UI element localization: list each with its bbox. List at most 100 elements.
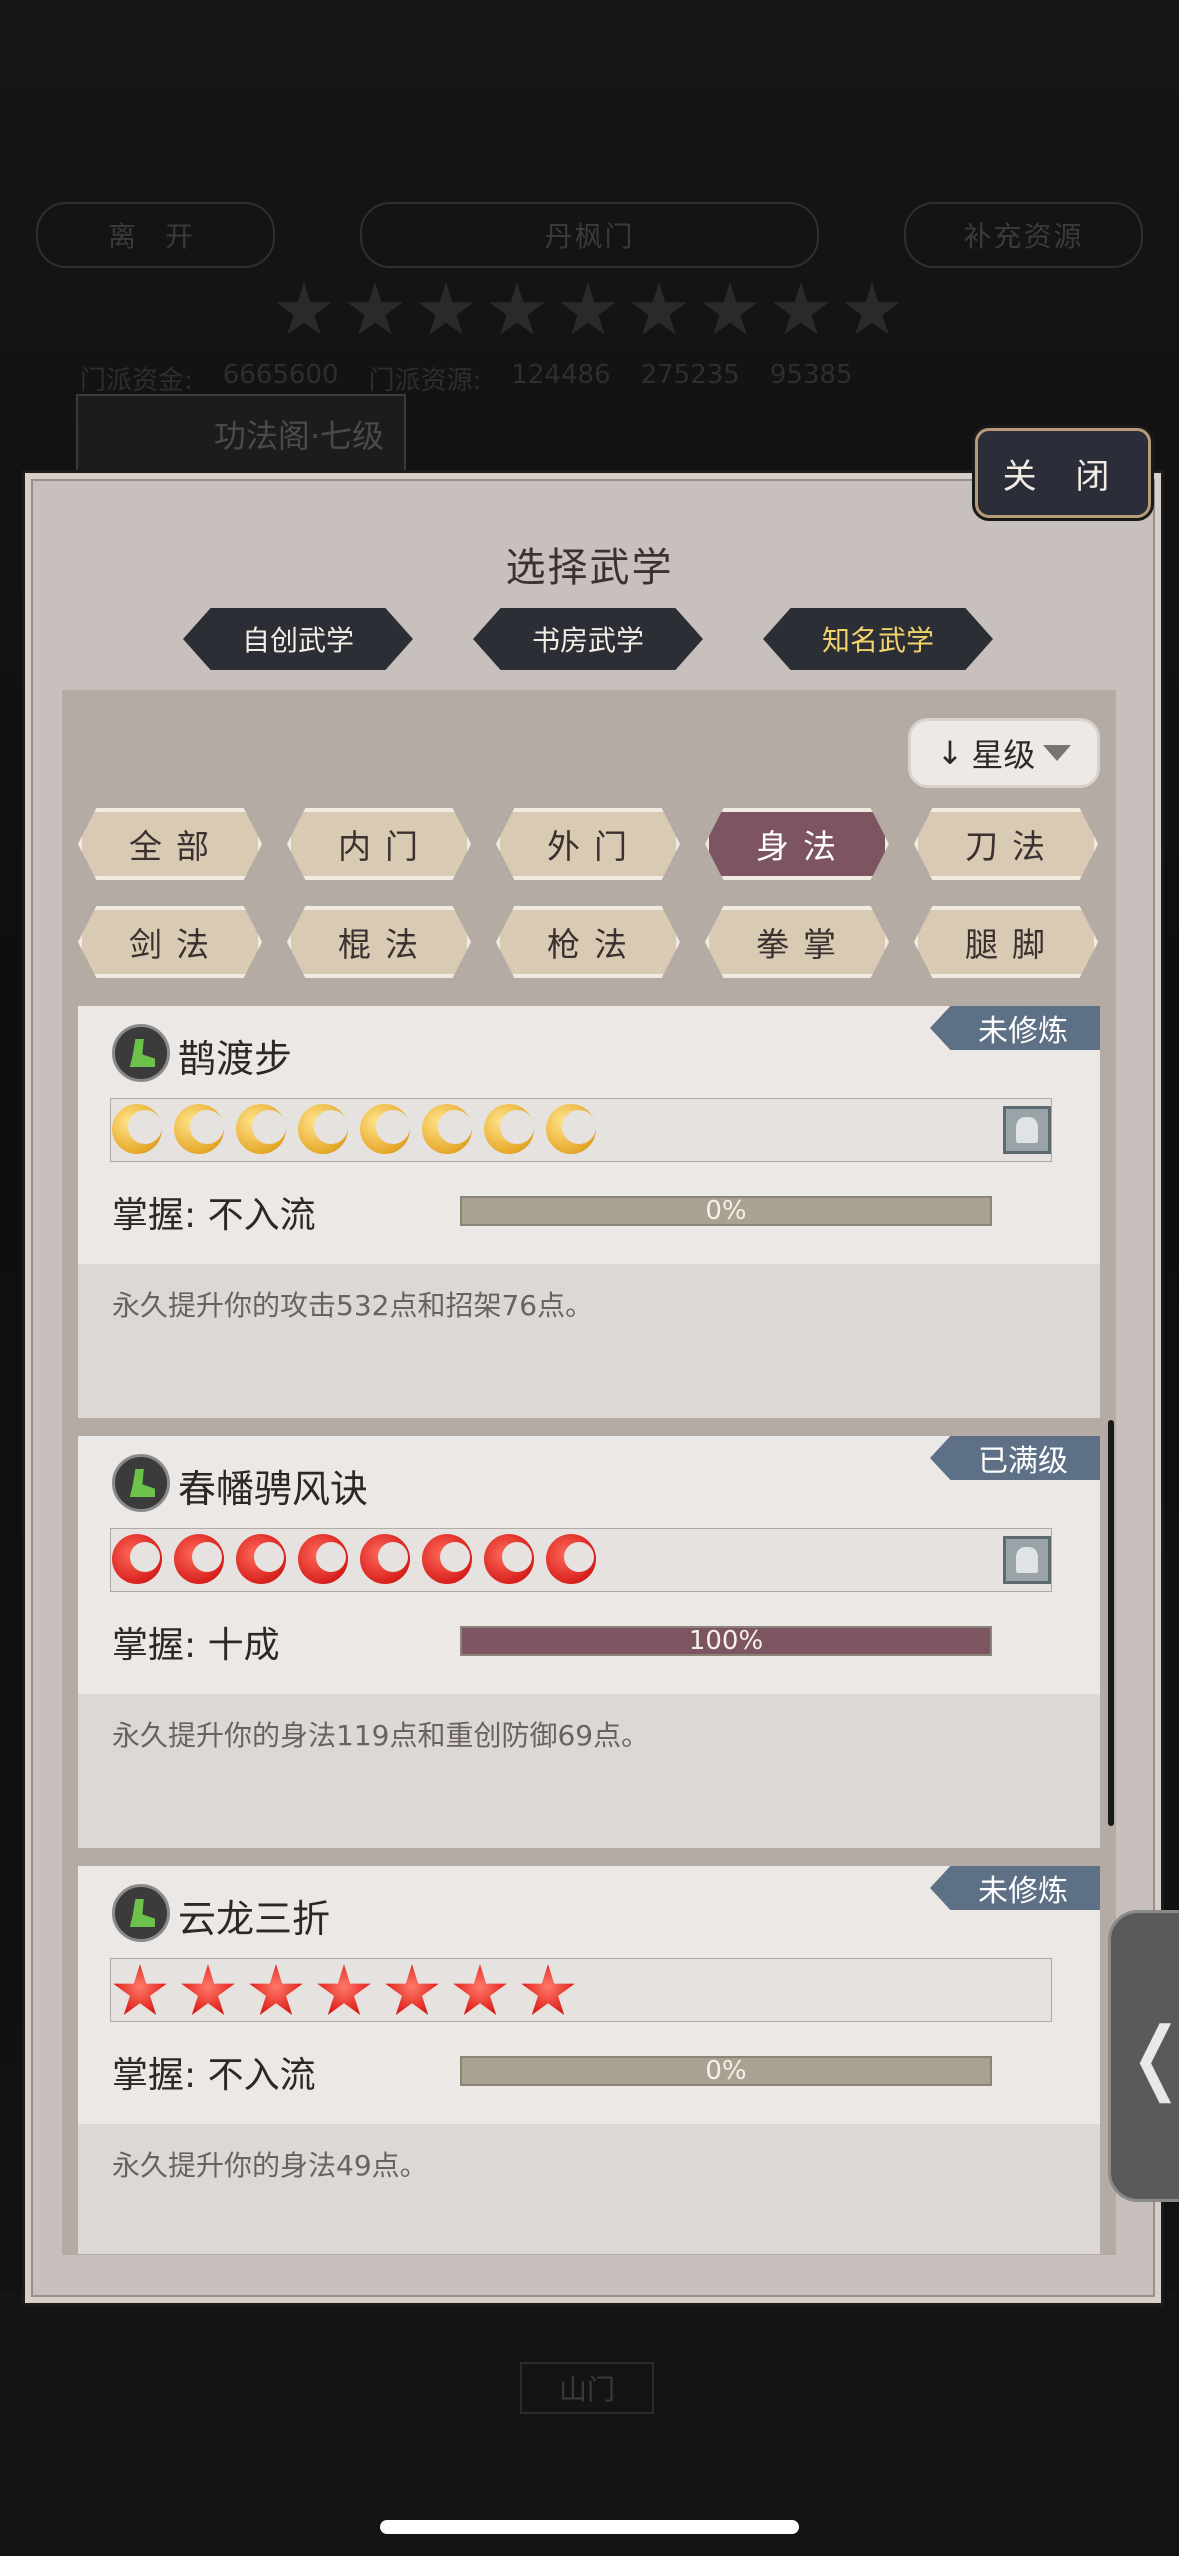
flame-moon-icon bbox=[546, 1534, 596, 1584]
filter-label: 拳掌 bbox=[756, 925, 850, 964]
rank-icons bbox=[112, 1104, 596, 1154]
star-icon bbox=[113, 1964, 167, 2015]
sect-resources-value: 124486 bbox=[511, 360, 611, 390]
moon-icon bbox=[484, 1104, 534, 1154]
skill-name: 鹊渡步 bbox=[178, 1037, 293, 1081]
mastery-progress-bar: 0% bbox=[460, 2056, 992, 2086]
skill-card[interactable]: 未修炼 鹊渡步 掌握: 不入流 0% 永久提升你的攻击532点和招架76点。 bbox=[78, 1006, 1100, 1418]
sect-stars bbox=[275, 282, 901, 340]
stat-a-value: 275235 bbox=[640, 360, 740, 390]
moon-icon bbox=[174, 1104, 224, 1154]
filter-label: 身法 bbox=[756, 827, 850, 866]
filter-spear[interactable]: 枪法 bbox=[496, 906, 680, 978]
side-expand-tab[interactable]: ❬ bbox=[1108, 1910, 1179, 2202]
boot-icon bbox=[112, 1024, 170, 1082]
progress-text: 0% bbox=[705, 2056, 747, 2086]
filter-blade[interactable]: 刀法 bbox=[914, 808, 1098, 880]
moon-icon bbox=[360, 1104, 410, 1154]
filter-label: 刀法 bbox=[965, 827, 1059, 866]
mastery-value: 十成 bbox=[207, 1625, 280, 1666]
sect-resources-label: 门派资源: bbox=[368, 366, 482, 396]
chevron-down-icon bbox=[1043, 745, 1072, 761]
mastery-prefix: 掌握: bbox=[112, 2055, 197, 2096]
boot-icon bbox=[112, 1884, 170, 1942]
tab-famous-skills[interactable]: 知名武学 bbox=[763, 608, 993, 670]
star-icon bbox=[521, 1964, 575, 2015]
flame-moon-icon bbox=[112, 1534, 162, 1584]
filter-kick[interactable]: 腿脚 bbox=[914, 906, 1098, 978]
supplement-button: 补充资源 bbox=[904, 202, 1143, 268]
flame-moon-icon bbox=[174, 1534, 224, 1584]
moon-icon bbox=[546, 1104, 596, 1154]
filter-label: 剑法 bbox=[129, 925, 223, 964]
skill-description: 永久提升你的身法119点和重创防御69点。 bbox=[112, 1719, 650, 1752]
home-indicator[interactable] bbox=[380, 2520, 799, 2534]
close-button[interactable]: 关 闭 bbox=[975, 428, 1151, 518]
skill-description: 永久提升你的身法49点。 bbox=[112, 2149, 428, 2182]
filter-label: 棍法 bbox=[338, 925, 432, 964]
rank-icons bbox=[112, 1534, 596, 1584]
status-badge: 已满级 bbox=[930, 1436, 1100, 1480]
sort-label: 星级 bbox=[971, 736, 1036, 774]
filter-outer[interactable]: 外门 bbox=[496, 808, 680, 880]
flame-moon-icon bbox=[360, 1534, 410, 1584]
star-icon bbox=[560, 282, 616, 335]
status-badge: 未修炼 bbox=[930, 1006, 1100, 1050]
mastery-value: 不入流 bbox=[207, 1195, 316, 1236]
mastery-progress-bar: 0% bbox=[460, 1196, 992, 1226]
sort-dropdown[interactable]: ↓ 星级 bbox=[908, 718, 1100, 788]
sect-resources-row: 门派资金: 6665600 门派资源: 124486 275235 95385 bbox=[80, 360, 1119, 397]
sect-name: 丹枫门 bbox=[360, 202, 819, 268]
meditation-icon[interactable] bbox=[1003, 1536, 1051, 1584]
star-icon bbox=[702, 282, 758, 335]
chevron-left-icon: ❬ bbox=[1122, 2010, 1179, 2103]
progress-text: 100% bbox=[688, 1626, 764, 1656]
filter-all[interactable]: 全部 bbox=[78, 808, 262, 880]
filter-movement[interactable]: 身法 bbox=[705, 808, 889, 880]
star-icon bbox=[453, 1964, 507, 2015]
star-icon bbox=[489, 282, 545, 335]
skill-description: 永久提升你的攻击532点和招架76点。 bbox=[112, 1289, 594, 1322]
filter-label: 腿脚 bbox=[965, 925, 1059, 964]
skill-card[interactable]: 已满级 春幡骋风诀 掌握: 十成 100% 永久提升你的身法119点和重创防御6… bbox=[78, 1436, 1100, 1848]
flame-moon-icon bbox=[236, 1534, 286, 1584]
tab-study-skills[interactable]: 书房武学 bbox=[473, 608, 703, 670]
arrow-down-icon: ↓ bbox=[936, 734, 964, 772]
mastery-label: 掌握: 十成 bbox=[112, 1616, 280, 1668]
skill-name: 春幡骋风诀 bbox=[178, 1467, 369, 1511]
star-icon bbox=[844, 282, 900, 335]
mastery-prefix: 掌握: bbox=[112, 1625, 197, 1666]
mastery-label: 掌握: 不入流 bbox=[112, 2046, 316, 2098]
meditation-icon[interactable] bbox=[1003, 1106, 1051, 1154]
filter-inner[interactable]: 内门 bbox=[287, 808, 471, 880]
flame-moon-icon bbox=[422, 1534, 472, 1584]
boot-icon bbox=[112, 1454, 170, 1512]
moon-icon bbox=[422, 1104, 472, 1154]
moon-icon bbox=[112, 1104, 162, 1154]
filter-sword[interactable]: 剑法 bbox=[78, 906, 262, 978]
mastery-label: 掌握: 不入流 bbox=[112, 1186, 316, 1238]
star-icon bbox=[317, 1964, 371, 2015]
star-icon bbox=[276, 282, 332, 335]
stat-b-value: 95385 bbox=[769, 360, 853, 390]
star-icon bbox=[347, 282, 403, 335]
sect-funds-value: 6665600 bbox=[222, 360, 339, 390]
filter-label: 全部 bbox=[129, 827, 223, 866]
sect-funds-label: 门派资金: bbox=[80, 366, 193, 396]
skill-card[interactable]: 未修炼 云龙三折 掌握: 不入流 0% 永久提升你的身法49点。 bbox=[78, 1866, 1100, 2254]
progress-text: 0% bbox=[705, 1196, 747, 1226]
filter-fist[interactable]: 拳掌 bbox=[705, 906, 889, 978]
moon-icon bbox=[298, 1104, 348, 1154]
tab-custom-skills[interactable]: 自创武学 bbox=[183, 608, 413, 670]
flame-moon-icon bbox=[298, 1534, 348, 1584]
filter-staff[interactable]: 棍法 bbox=[287, 906, 471, 978]
leave-button: 离 开 bbox=[36, 202, 275, 268]
list-scrollbar[interactable] bbox=[1108, 1420, 1114, 1826]
mastery-prefix: 掌握: bbox=[112, 1195, 197, 1236]
star-icon bbox=[181, 1964, 235, 2015]
rank-icons bbox=[112, 1964, 576, 2020]
status-badge: 未修炼 bbox=[930, 1866, 1100, 1910]
bottom-scene bbox=[0, 2290, 1179, 2556]
star-icon bbox=[773, 282, 829, 335]
star-icon bbox=[418, 282, 474, 335]
